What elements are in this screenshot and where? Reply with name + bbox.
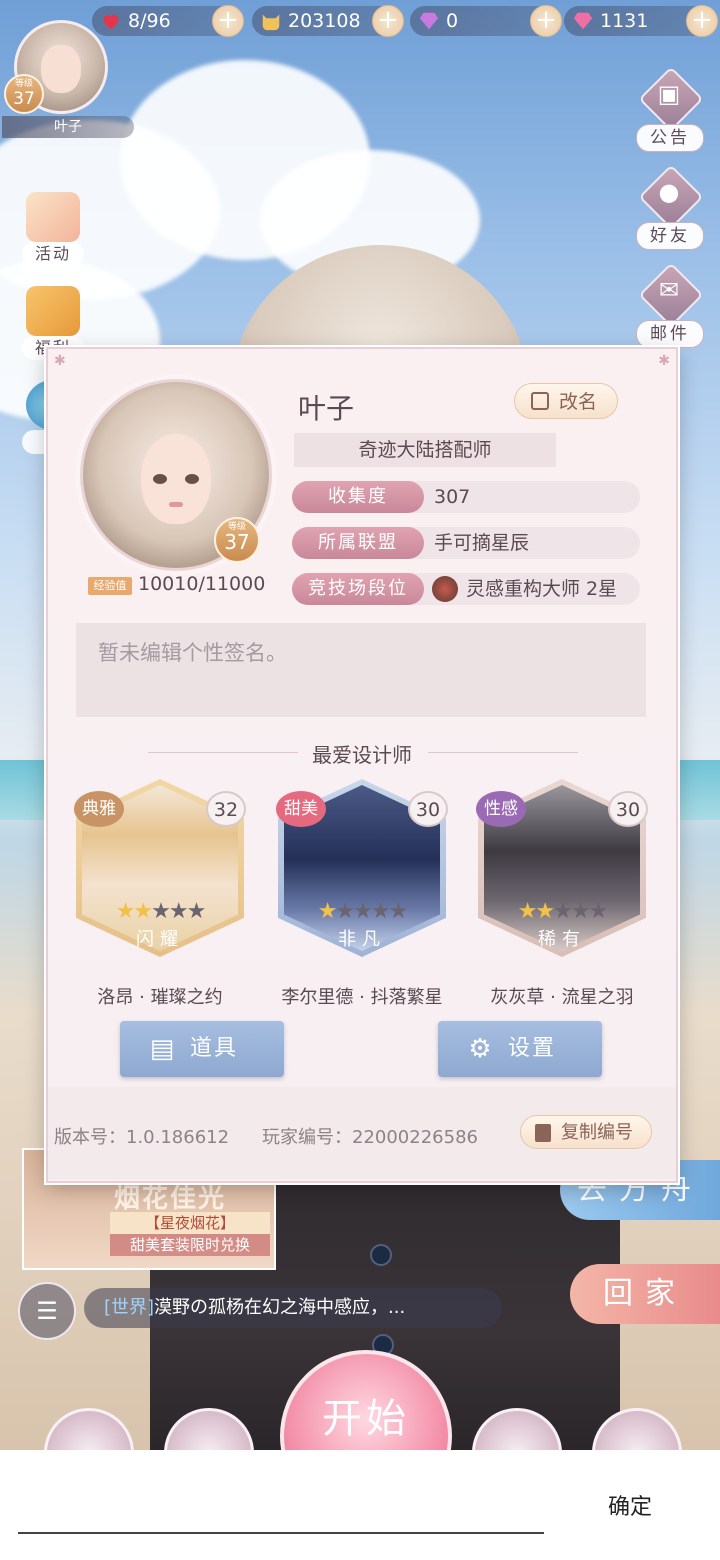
- avatar-eye: [185, 474, 199, 484]
- add-diamond-button[interactable]: +: [530, 5, 562, 37]
- crystal-icon: [573, 12, 593, 30]
- person-icon: ●: [658, 178, 680, 206]
- card-level: 32: [206, 791, 246, 827]
- chat-message: 漠野の孤杨在幻之海中感应，...: [154, 1297, 406, 1318]
- designer-name: 洛昂 · 璀璨之约: [97, 987, 223, 1008]
- arena-rank-row: 竞技场段位 灵感重构大师 2星: [292, 573, 640, 605]
- card-tier: 非凡: [338, 929, 386, 950]
- bottom-menu-button[interactable]: [44, 1408, 134, 1450]
- divider: [428, 752, 578, 753]
- avatar-eye: [153, 474, 167, 484]
- designer-card[interactable]: ★★★★★ 稀有 性感 30 灰灰草 · 流星之羽: [476, 779, 648, 1015]
- friends-button[interactable]: ● 好友: [634, 164, 704, 250]
- style-badge: 典雅: [74, 791, 124, 827]
- card-tier: 闪耀: [136, 929, 184, 950]
- version-text: 版本号：1.0.186612: [54, 1127, 230, 1148]
- mail-button[interactable]: ✉ 邮件: [634, 262, 704, 348]
- go-home-button[interactable]: 回家: [570, 1264, 720, 1324]
- announcement-button[interactable]: ▣ 公告: [634, 66, 704, 152]
- card-tier: 稀有: [538, 929, 586, 950]
- copy-icon: [535, 1124, 551, 1142]
- collection-label: 收集度: [292, 481, 424, 513]
- corner-ornament: ✱: [54, 353, 66, 369]
- diamond-icon: [419, 12, 439, 30]
- stamina-counter: 8/96 +: [92, 5, 244, 37]
- cat-coin-icon: [262, 14, 280, 31]
- signature-field[interactable]: 暂未编辑个性签名。: [76, 623, 646, 717]
- items-label: 道具: [190, 1036, 239, 1061]
- avatar-face: [141, 434, 211, 524]
- level-badge: 等级 37: [4, 74, 44, 114]
- corner-ornament: ✱: [658, 353, 670, 369]
- chat-icon[interactable]: ☰: [18, 1282, 76, 1340]
- copy-id-button[interactable]: 复制编号: [520, 1115, 652, 1149]
- profile-name: 叶子: [298, 392, 355, 425]
- arena-rank-label: 竞技场段位: [292, 573, 424, 605]
- input-bar: 确定: [0, 1450, 720, 1560]
- designer-card[interactable]: ★★★★★ 闪耀 典雅 32 洛昂 · 璀璨之约: [74, 779, 246, 1015]
- mail-icon: ✉: [658, 276, 680, 304]
- star-rating: ★★★★★: [115, 899, 207, 924]
- rename-label: 改名: [559, 391, 598, 413]
- star-rating: ★★★★★: [317, 899, 409, 924]
- text-input[interactable]: [18, 1490, 544, 1534]
- designer-card[interactable]: ★★★★★ 非凡 甜美 30 李尔里德 · 抖落繁星: [276, 779, 448, 1015]
- collection-value: 307: [434, 486, 471, 508]
- player-title: 奇迹大陆搭配师: [294, 433, 556, 467]
- envelope-icon: [26, 192, 80, 242]
- exp-value: 10010/11000: [138, 573, 266, 595]
- copy-label: 复制编号: [561, 1122, 633, 1143]
- rename-button[interactable]: 改名: [514, 383, 618, 419]
- gear-icon: ⚙: [468, 1034, 494, 1064]
- confirm-button[interactable]: 确定: [590, 1488, 670, 1528]
- resource-bar: 8/96 + 203108 + 0 + 1131 +: [92, 4, 720, 38]
- toolbox-icon: ▤: [149, 1034, 177, 1064]
- star-rating: ★★★★★: [517, 899, 609, 924]
- add-stamina-button[interactable]: +: [212, 5, 244, 37]
- card-level: 30: [408, 791, 448, 827]
- profile-panel: ✱ ✱ ✱ ✱ 等级 37 经验值 10010/11000 叶子 改名 奇迹大陆…: [46, 347, 678, 1183]
- style-badge: 性感: [476, 791, 526, 827]
- settings-label: 设置: [508, 1036, 557, 1061]
- rank-emblem-icon: [432, 576, 458, 602]
- favorite-designers-title: 最爱设计师: [312, 743, 412, 767]
- alliance-row: 所属联盟 手可摘星辰: [292, 527, 640, 559]
- arena-rank-value: 灵感重构大师 2星: [466, 578, 618, 600]
- alliance-value: 手可摘星辰: [434, 532, 530, 554]
- crystal-counter: 1131 +: [564, 5, 718, 37]
- style-badge: 甜美: [276, 791, 326, 827]
- add-crystal-button[interactable]: +: [686, 5, 718, 37]
- exp-label: 经验值: [88, 577, 132, 595]
- chat-channel: [世界]: [104, 1297, 155, 1318]
- dress-button: [370, 1244, 392, 1266]
- profile-level-badge: 等级 37: [214, 517, 260, 563]
- card-level: 30: [608, 791, 648, 827]
- add-gold-button[interactable]: +: [372, 5, 404, 37]
- designer-name: 灰灰草 · 流星之羽: [490, 987, 634, 1008]
- gold-counter: 203108 +: [252, 5, 404, 37]
- collection-row: 收集度 307: [292, 481, 640, 513]
- player-id-text: 玩家编号：22000226586: [262, 1127, 478, 1148]
- avatar-face: [41, 45, 81, 93]
- heart-icon: [103, 15, 119, 30]
- gift-icon: [26, 286, 80, 336]
- world-chat[interactable]: [世界]漠野の孤杨在幻之海中感应，...: [84, 1288, 502, 1328]
- welfare-button[interactable]: 福利: [18, 286, 88, 360]
- items-button[interactable]: ▤ 道具: [120, 1021, 284, 1077]
- designer-name: 李尔里德 · 抖落繁星: [281, 987, 443, 1008]
- player-name: 叶子: [2, 116, 134, 138]
- avatar-mouth: [169, 502, 183, 507]
- alliance-label: 所属联盟: [292, 527, 424, 559]
- edit-icon: [531, 392, 549, 410]
- diamond-counter: 0 +: [410, 5, 562, 37]
- panel-footer: 版本号：1.0.186612 玩家编号：22000226586 复制编号: [48, 1087, 676, 1179]
- settings-button[interactable]: ⚙ 设置: [438, 1021, 602, 1077]
- board-icon: ▣: [657, 80, 681, 108]
- activity-button[interactable]: 活动: [18, 192, 88, 266]
